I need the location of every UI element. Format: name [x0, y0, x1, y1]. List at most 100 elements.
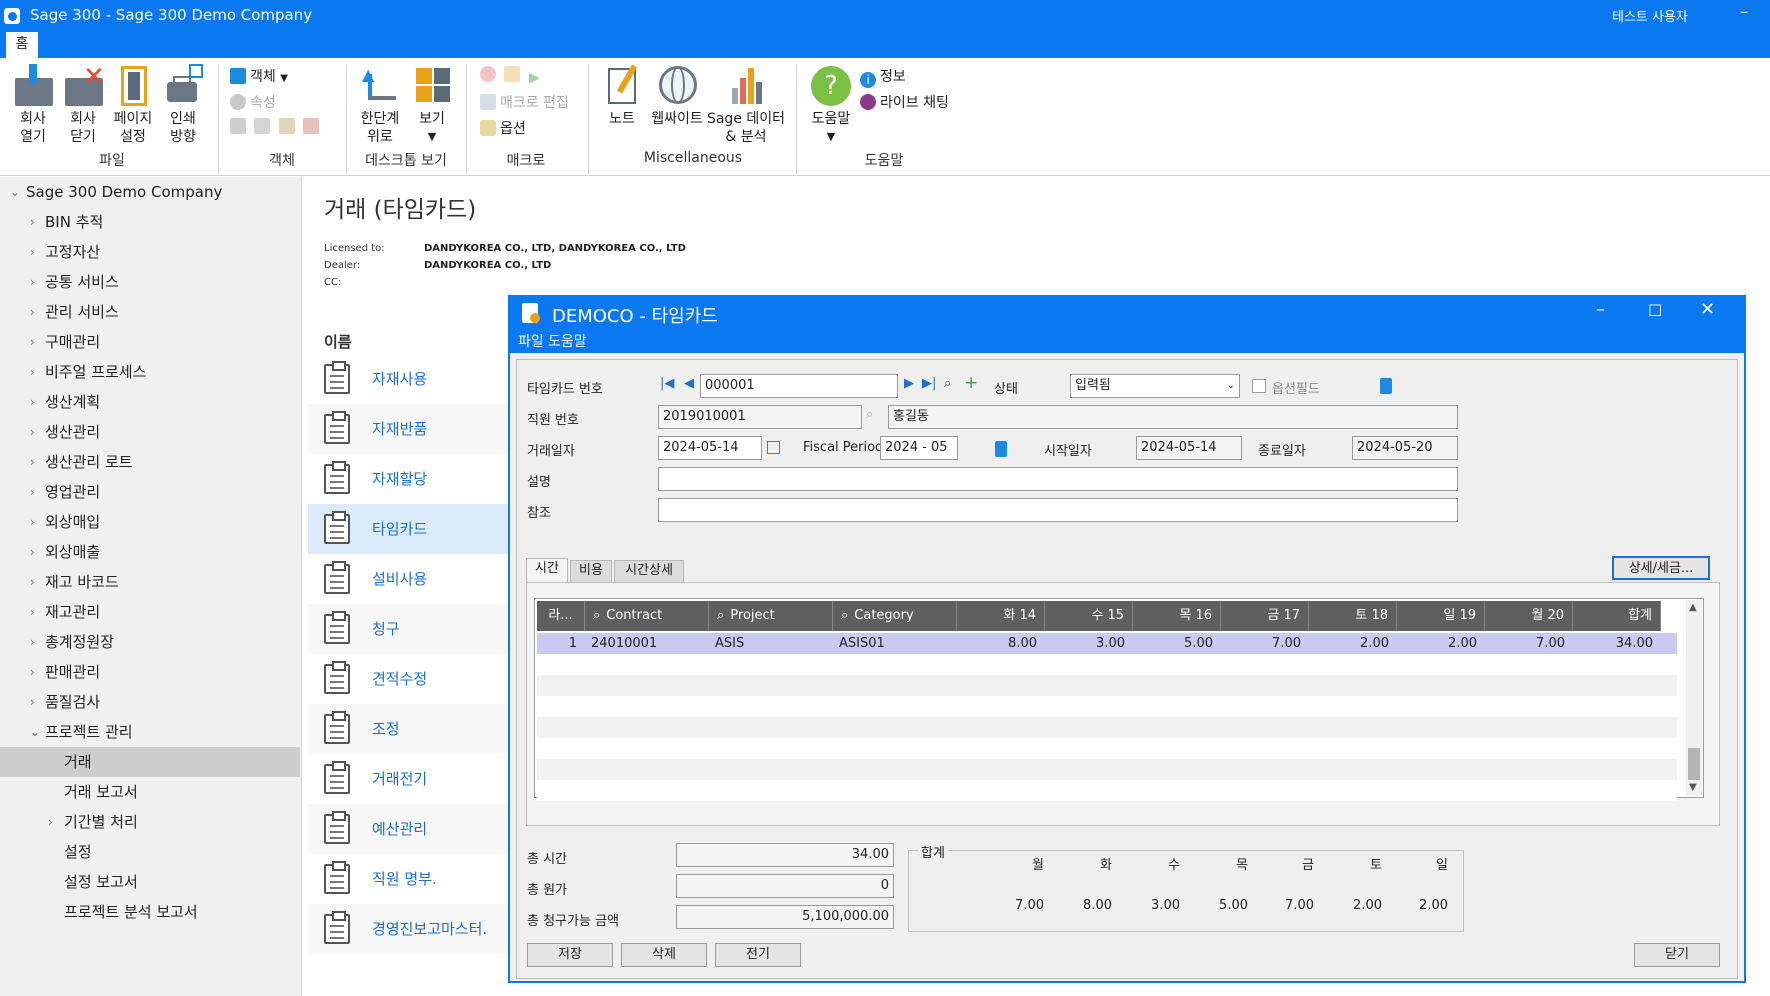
- up-level-button[interactable]: ▲ 한단계 위로: [356, 64, 404, 146]
- sidebar-item[interactable]: › 외상매출: [0, 537, 300, 567]
- empty-row[interactable]: [537, 654, 1677, 675]
- status-select[interactable]: 입력됨 ⌄: [1070, 374, 1240, 398]
- print-dest-button[interactable]: 인쇄 방향: [160, 64, 206, 146]
- task-item[interactable]: 경영진보고마스터.: [308, 904, 508, 954]
- scroll-thumb[interactable]: [1688, 748, 1700, 780]
- task-item[interactable]: 타임카드: [308, 504, 508, 554]
- table-row[interactable]: 1 24010001 ASIS ASIS01 8.00 3.00 5.00 7.00 2.00 2…: [537, 633, 1677, 654]
- grid-cell[interactable]: 1: [537, 633, 585, 654]
- task-item[interactable]: 자재반품: [308, 404, 508, 454]
- scroll-up-icon[interactable]: ▲: [1689, 602, 1697, 613]
- close-button[interactable]: 닫기: [1634, 943, 1720, 967]
- optional-fields-icon[interactable]: [1380, 378, 1392, 394]
- play-icon[interactable]: ▶: [529, 70, 545, 86]
- grid-cell[interactable]: 24010001: [585, 633, 709, 654]
- sidebar-subitem[interactable]: › 기간별 처리: [0, 807, 300, 837]
- task-item[interactable]: 견적수정: [308, 654, 508, 704]
- empty-row[interactable]: [537, 675, 1677, 696]
- help-button[interactable]: ? 도움말 ▼: [806, 64, 856, 146]
- sidebar-subitem[interactable]: 설정 보고서: [0, 867, 300, 897]
- grid-column-header[interactable]: ⌕ Contract: [585, 601, 709, 631]
- task-item[interactable]: 직원 명부.: [308, 854, 508, 904]
- grid-column-header[interactable]: 합계: [1573, 601, 1661, 631]
- task-item[interactable]: 예산관리: [308, 804, 508, 854]
- description-input[interactable]: [658, 467, 1458, 491]
- grid-scrollbar[interactable]: ▲ ▼: [1686, 600, 1702, 796]
- sidebar-item[interactable]: › 품질검사: [0, 687, 300, 717]
- employee-no-input[interactable]: 2019010001: [658, 405, 862, 429]
- empty-row[interactable]: [537, 717, 1677, 738]
- live-chat-button[interactable]: 라이브 채팅: [860, 92, 949, 112]
- calendar-icon[interactable]: [767, 441, 780, 454]
- sidebar-item[interactable]: › 판매관리: [0, 657, 300, 687]
- properties-button[interactable]: 속성: [230, 92, 276, 112]
- sidebar-item[interactable]: › 생산계획: [0, 387, 300, 417]
- sidebar-item[interactable]: › 재고 바코드: [0, 567, 300, 597]
- grid-cell[interactable]: 34.00: [1573, 633, 1661, 654]
- sidebar-item[interactable]: › 공통 서비스: [0, 267, 300, 297]
- grid-cell[interactable]: 3.00: [1045, 633, 1133, 654]
- tab-time[interactable]: 시간: [526, 558, 568, 582]
- info-button[interactable]: i 정보: [860, 66, 906, 88]
- sidebar-item[interactable]: › 총계정원장: [0, 627, 300, 657]
- sidebar-subitem[interactable]: 거래: [0, 747, 300, 777]
- search-icon[interactable]: ⌕: [866, 407, 873, 422]
- user-name[interactable]: 테스트 사용자: [1612, 6, 1688, 25]
- detail-tax-button[interactable]: 상세/세금...: [1612, 556, 1710, 580]
- last-record-icon[interactable]: ▶|: [922, 376, 936, 391]
- empty-row[interactable]: [537, 780, 1677, 801]
- sidebar-item[interactable]: › 재고관리: [0, 597, 300, 627]
- view-button[interactable]: 보기 ▼: [410, 64, 454, 146]
- grid-cell[interactable]: 2.00: [1397, 633, 1485, 654]
- grid-column-header[interactable]: ⌕ Category: [833, 601, 957, 631]
- task-item[interactable]: 거래전기: [308, 754, 508, 804]
- grid-column-header[interactable]: 금 17: [1221, 601, 1309, 631]
- empty-row[interactable]: [537, 759, 1677, 780]
- first-record-icon[interactable]: |◀: [660, 376, 674, 391]
- sidebar-item[interactable]: › 고정자산: [0, 237, 300, 267]
- trans-date-input[interactable]: 2024-05-14: [658, 436, 762, 460]
- timecard-no-input[interactable]: 000001: [700, 374, 898, 398]
- task-item[interactable]: 청구: [308, 604, 508, 654]
- grid-column-header[interactable]: 라...: [537, 601, 585, 631]
- grid-cell[interactable]: 8.00: [957, 633, 1045, 654]
- task-item[interactable]: 자재사용: [308, 354, 508, 404]
- sidebar-item[interactable]: › 영업관리: [0, 477, 300, 507]
- sidebar-item[interactable]: › 비주얼 프로세스: [0, 357, 300, 387]
- sidebar-item[interactable]: › 생산관리 로트: [0, 447, 300, 477]
- minimize-icon[interactable]: –: [1596, 299, 1605, 320]
- delete-icon[interactable]: [303, 118, 320, 134]
- tab-cost[interactable]: 비용: [570, 560, 612, 582]
- save-button[interactable]: 저장: [527, 943, 613, 967]
- optional-fields-checkbox[interactable]: [1252, 379, 1266, 393]
- empty-row[interactable]: [537, 696, 1677, 717]
- timecard-grid[interactable]: 라... ⌕ Contract ⌕ Project ⌕ Category 화 14 수 15 목 …: [534, 598, 1704, 801]
- search-icon[interactable]: ⌕: [944, 376, 951, 391]
- grid-cell[interactable]: 7.00: [1221, 633, 1309, 654]
- menu-file[interactable]: 파일: [518, 331, 544, 351]
- notes-button[interactable]: 노트: [600, 64, 644, 128]
- next-record-icon[interactable]: ▶: [904, 376, 914, 391]
- sidebar-item[interactable]: › 관리 서비스: [0, 297, 300, 327]
- stop-icon[interactable]: [504, 66, 521, 82]
- grid-column-header[interactable]: 일 19: [1397, 601, 1485, 631]
- page-setup-button[interactable]: 페이지 설정: [108, 64, 158, 146]
- delete-button[interactable]: 삭제: [621, 943, 707, 967]
- copy-icon[interactable]: [254, 118, 271, 134]
- scroll-down-icon[interactable]: ▼: [1689, 782, 1697, 793]
- grid-cell[interactable]: 7.00: [1485, 633, 1573, 654]
- task-item[interactable]: 설비사용: [308, 554, 508, 604]
- grid-cell[interactable]: ASIS: [709, 633, 833, 654]
- menu-help[interactable]: 도움말: [548, 331, 587, 351]
- grid-column-header[interactable]: ⌕ Project: [709, 601, 833, 631]
- task-item[interactable]: 자재할당: [308, 454, 508, 504]
- fiscal-period-input[interactable]: 2024 - 05: [880, 436, 958, 460]
- macro-options-button[interactable]: 옵션: [480, 118, 526, 138]
- sidebar-item[interactable]: › BIN 추적: [0, 207, 300, 237]
- fiscal-info-icon[interactable]: [995, 441, 1007, 457]
- grid-column-header[interactable]: 목 16: [1133, 601, 1221, 631]
- sidebar-subitem[interactable]: 프로젝트 분석 보고서: [0, 897, 300, 927]
- sidebar-item[interactable]: › 외상매입: [0, 507, 300, 537]
- tab-home[interactable]: 홈: [6, 32, 38, 58]
- close-icon[interactable]: ✕: [1700, 299, 1715, 320]
